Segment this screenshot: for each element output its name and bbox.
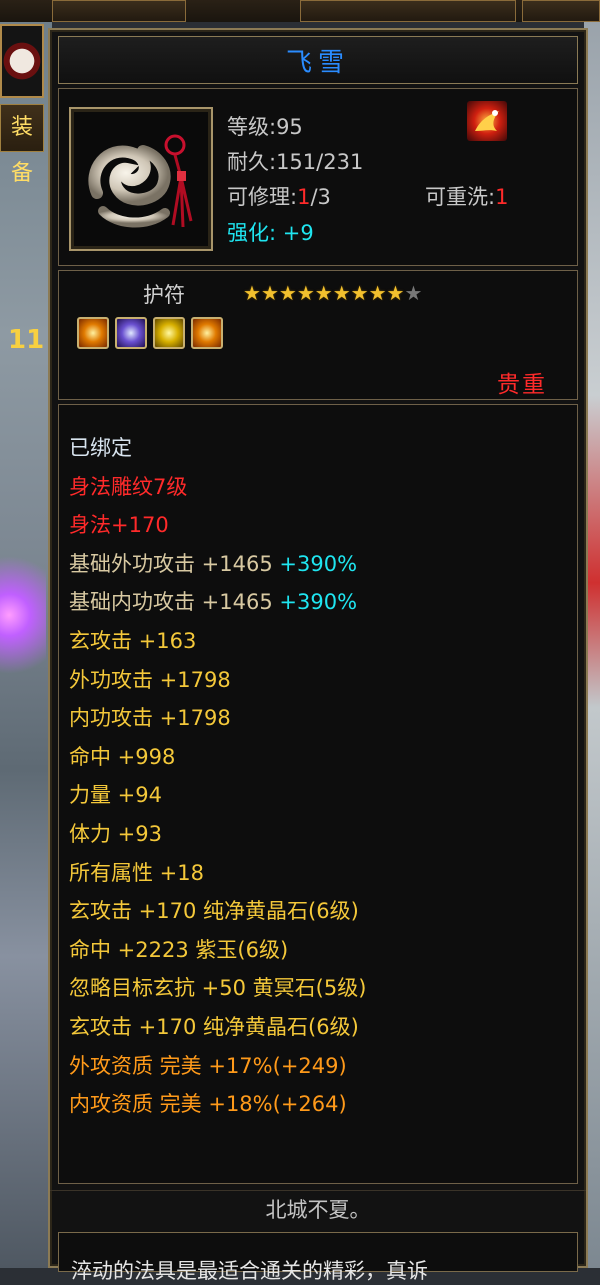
- star-filled-icon: ★: [386, 281, 405, 305]
- item-icon-frame: [69, 107, 213, 251]
- attribute-line: 外功攻击 +1798: [69, 667, 231, 692]
- item-name: 飞雪: [58, 36, 578, 84]
- gem-attribute-line: 玄攻击 +170 纯净黄晶石(6级): [69, 899, 359, 924]
- star-filled-icon: ★: [243, 281, 261, 305]
- background-number: 11: [8, 325, 45, 355]
- star-filled-icon: ★: [368, 281, 387, 305]
- star-filled-icon: ★: [296, 281, 315, 305]
- carving-attribute: 身法雕纹7级: [69, 474, 188, 499]
- agility-attribute: 身法+170: [69, 513, 169, 538]
- bound-status: 已绑定: [69, 436, 132, 460]
- attribute-line: 力量 +94: [69, 783, 162, 808]
- flavor-text: 北城不夏。: [50, 1190, 586, 1229]
- star-filled-icon: ★: [278, 281, 297, 305]
- equipment-tab-label[interactable]: 装备: [0, 104, 44, 186]
- star-filled-icon: ★: [350, 281, 369, 305]
- star-filled-icon: ★: [314, 281, 333, 305]
- attribute-line: 所有属性 +18: [69, 860, 204, 885]
- star-rating: ★★★★★★★★★★: [243, 281, 422, 305]
- item-enhance: 强化: +9: [227, 221, 314, 245]
- attribute-line: 玄攻击 +163: [69, 628, 197, 653]
- description-text: 淬动的法具是最适合通关的精彩，真诉: [71, 1259, 428, 1283]
- star-filled-icon: ★: [260, 281, 279, 305]
- gem-attribute-line: 忽略目标玄抗 +50 黄冥石(5级): [69, 976, 367, 1001]
- item-type-section: 护符 ★★★★★★★★★★ 贵重: [58, 270, 578, 400]
- item-type: 护符: [143, 283, 185, 307]
- gem-slots: [77, 317, 223, 349]
- background-tab-left: [52, 0, 186, 22]
- purple-gem-icon[interactable]: [115, 317, 147, 349]
- background-tab-middle: [300, 0, 516, 22]
- base-outer-attack: 基础外功攻击 +1465 +390%: [69, 551, 358, 576]
- background-tab-right: [522, 0, 600, 22]
- yellow-gem-icon[interactable]: [77, 317, 109, 349]
- base-inner-attack: 基础内功攻击 +1465 +390%: [69, 590, 358, 615]
- item-summary: 等级:95 耐久:151/231 可修理:1/3 可重洗:1 强化: +9: [58, 88, 578, 266]
- attribute-list: 已绑定 身法雕纹7级 身法+170 基础外功攻击 +1465 +390% 基础内…: [69, 429, 366, 1124]
- attribute-line: 体力 +93: [69, 821, 162, 846]
- attribute-line: 内功攻击 +1798: [69, 706, 231, 731]
- item-rewash: 可重洗:1: [425, 185, 509, 209]
- item-level: 等级:95: [227, 115, 303, 139]
- item-durability: 耐久:151/231: [227, 150, 364, 174]
- phoenix-badge-icon: [467, 101, 507, 141]
- attribute-line: 命中 +998: [69, 744, 176, 769]
- star-filled-icon: ★: [332, 281, 351, 305]
- item-repair: 可修理:1/3: [227, 185, 331, 209]
- equipped-item-thumbnail[interactable]: [0, 24, 44, 98]
- outer-attack-quality: 外攻资质 完美 +17%(+249): [69, 1053, 347, 1078]
- description-box: 淬动的法具是最适合通关的精彩，真诉: [58, 1232, 578, 1283]
- item-rarity: 贵重: [497, 372, 547, 398]
- skill-effect-glow: [0, 540, 46, 690]
- star-empty-icon: ★: [404, 281, 423, 305]
- gold-gem-icon[interactable]: [153, 317, 185, 349]
- jade-talisman-icon: [77, 115, 205, 243]
- yellow-gem-icon[interactable]: [191, 317, 223, 349]
- inner-attack-quality: 内攻资质 完美 +18%(+264): [69, 1092, 347, 1117]
- item-attributes: 已绑定 身法雕纹7级 身法+170 基础外功攻击 +1465 +390% 基础内…: [58, 404, 578, 1184]
- item-tooltip: 飞雪 等级:95 耐久:151/231 可修理:1/3 可重洗:1 强化: +9…: [48, 28, 588, 1283]
- gem-attribute-line: 命中 +2223 紫玉(6级): [69, 937, 289, 962]
- gem-attribute-line: 玄攻击 +170 纯净黄晶石(6级): [69, 1014, 359, 1039]
